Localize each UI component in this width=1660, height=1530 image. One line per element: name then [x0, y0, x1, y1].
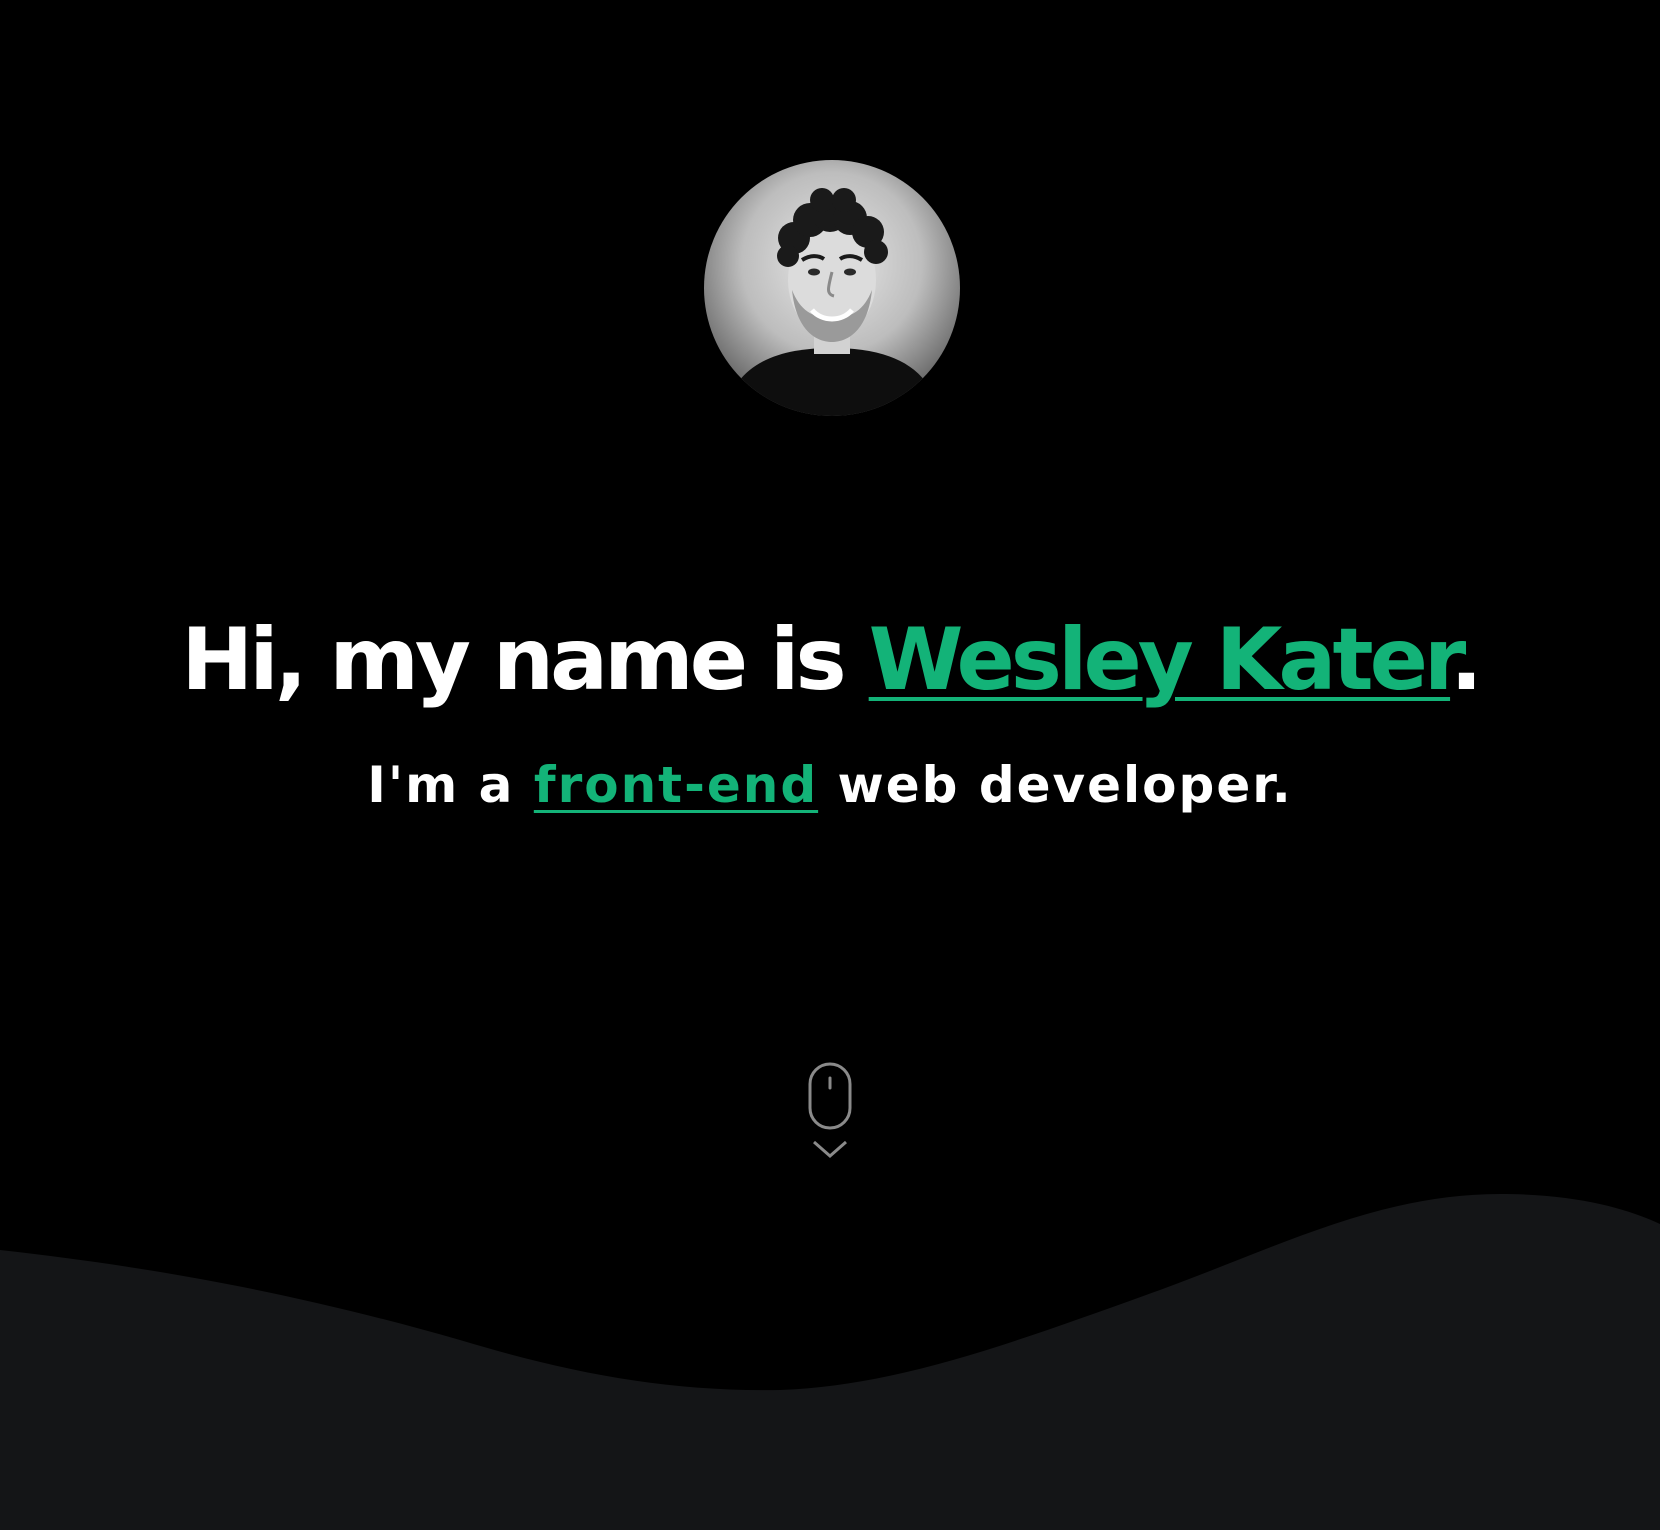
role-link[interactable]: front-end [534, 756, 818, 814]
scroll-down-button[interactable] [806, 1060, 854, 1164]
chevron-down-icon [813, 1140, 847, 1158]
tagline: I'm a front-end web developer. [0, 750, 1660, 820]
avatar-portrait [724, 188, 940, 416]
tagline-suffix: web developer. [818, 756, 1293, 814]
tagline-prefix: I'm a [367, 756, 534, 814]
name-link[interactable]: Wesley Kater [869, 610, 1454, 710]
page-title: Hi, my name is Wesley Kater. [0, 600, 1660, 720]
avatar [704, 160, 960, 416]
headline-prefix: Hi, my name is [181, 610, 869, 710]
mouse-scroll-icon [808, 1062, 852, 1158]
hero-section: Hi, my name is Wesley Kater. I'm a front… [0, 0, 1660, 1530]
headline-suffix: . [1450, 610, 1483, 710]
wave-divider [0, 1194, 1660, 1530]
